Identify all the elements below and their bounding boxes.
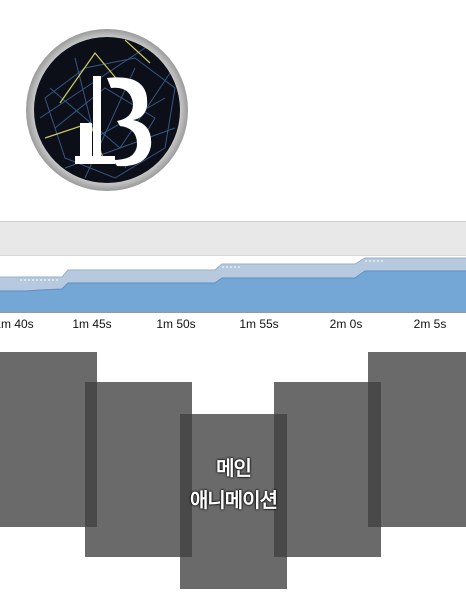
animation-blocks: 메인 애니메이션	[0, 352, 466, 600]
screen: 1m 40s 1m 45s 1m 50s 1m 55s 2m 0s 2m 5s …	[0, 0, 466, 600]
html5-three-logo-icon	[26, 29, 188, 191]
memory-timeline: 1m 40s 1m 45s 1m 50s 1m 55s 2m 0s 2m 5s	[0, 221, 466, 341]
main-label-line2: 애니메이션	[190, 488, 278, 512]
time-tick-label: 1m 50s	[156, 317, 196, 331]
memory-area-chart	[0, 257, 466, 313]
logo	[25, 28, 189, 192]
animation-block-left	[0, 352, 97, 527]
animation-block-right-center	[274, 382, 381, 557]
time-tick-label: 2m 5s	[413, 317, 447, 331]
time-tick-label: 2m 0s	[329, 317, 363, 331]
timeline-header-band	[0, 221, 466, 256]
main-animation-label: 메인 애니메이션	[180, 452, 287, 516]
time-tick-label: 1m 45s	[72, 317, 112, 331]
time-tick-label: 1m 55s	[239, 317, 279, 331]
main-label-line1: 메인	[216, 456, 252, 480]
time-tick-label: 1m 40s	[0, 317, 34, 331]
animation-block-right	[368, 352, 466, 527]
animation-block-left-center	[85, 382, 192, 557]
